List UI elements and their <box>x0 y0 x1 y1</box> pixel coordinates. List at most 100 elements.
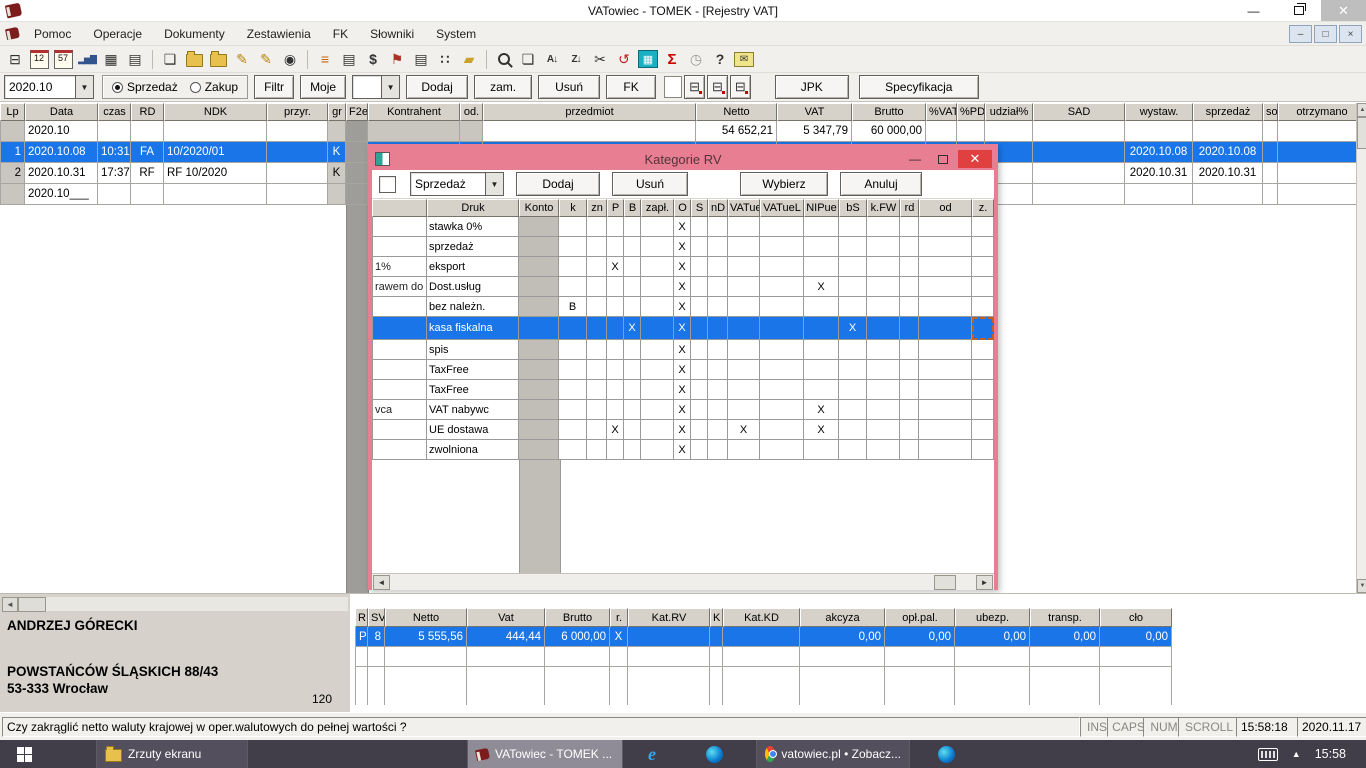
grid-cell[interactable] <box>691 400 708 420</box>
grid-cell[interactable] <box>519 420 559 440</box>
grid-cell[interactable] <box>624 360 641 380</box>
zam-button[interactable]: zam. <box>474 75 532 99</box>
grid-cell[interactable] <box>708 297 728 317</box>
grid-cell[interactable] <box>267 142 328 163</box>
scanner-icon[interactable]: ▰ <box>458 49 480 70</box>
grid-cell[interactable] <box>460 121 483 142</box>
brushes-icon[interactable]: ✎ <box>231 49 253 70</box>
th-el[interactable]: k <box>559 199 587 217</box>
th-el[interactable]: r. <box>610 608 628 627</box>
grid-cell[interactable] <box>624 340 641 360</box>
taskbar-clock[interactable]: 15:58 <box>1315 747 1346 761</box>
grid-cell[interactable] <box>607 317 624 340</box>
edge-icon[interactable] <box>698 740 730 768</box>
th-el[interactable]: opł.pal. <box>885 608 955 627</box>
grid-cell[interactable] <box>372 237 427 257</box>
grid-cell[interactable]: X <box>804 277 839 297</box>
grid-cell[interactable]: 2020.10.08 <box>1193 142 1263 163</box>
grid-cell[interactable] <box>919 400 972 420</box>
grid-cell[interactable]: 0,00 <box>1100 627 1172 647</box>
grid-cell[interactable] <box>607 380 624 400</box>
grid-cell[interactable] <box>519 277 559 297</box>
grid-cell[interactable] <box>728 297 760 317</box>
th-el[interactable]: Kat.RV <box>628 608 710 627</box>
scroll-thumb[interactable] <box>934 575 956 590</box>
grid-cell[interactable]: FA <box>131 142 164 163</box>
grid-cell[interactable] <box>804 380 839 400</box>
grid-cell[interactable] <box>346 121 368 142</box>
grid-cell[interactable] <box>804 217 839 237</box>
period-combobox[interactable]: 2020.10 ▼ <box>4 75 94 99</box>
printer-icon[interactable]: ⊟ <box>4 49 26 70</box>
dodaj-button[interactable]: Dodaj <box>406 75 468 99</box>
grid-cell[interactable] <box>919 440 972 460</box>
grid-cell[interactable] <box>691 317 708 340</box>
grid-cell[interactable] <box>728 257 760 277</box>
th-el[interactable]: so <box>1263 103 1278 121</box>
grid-cell[interactable] <box>1100 647 1172 667</box>
grid-cell[interactable] <box>624 217 641 237</box>
th-el[interactable] <box>372 199 427 217</box>
menu-slowniki[interactable]: Słowniki <box>359 22 425 45</box>
grid-cell[interactable] <box>624 400 641 420</box>
radio-zakup[interactable]: Zakup <box>190 80 238 94</box>
grid-cell[interactable] <box>867 277 900 297</box>
grid-cell[interactable] <box>691 257 708 277</box>
grid-cell[interactable] <box>607 440 624 460</box>
grid-cell[interactable] <box>587 297 607 317</box>
grid-cell[interactable]: stawka 0% <box>427 217 519 237</box>
grid-cell[interactable] <box>519 237 559 257</box>
grid-cell[interactable]: X <box>674 237 691 257</box>
dialog-wybierz-button[interactable]: Wybierz <box>740 172 828 196</box>
grid-cell[interactable] <box>972 400 994 420</box>
th-el[interactable]: Brutto <box>545 608 610 627</box>
grid-cell[interactable] <box>804 237 839 257</box>
grid-cell[interactable] <box>372 340 427 360</box>
grid-cell[interactable] <box>641 440 674 460</box>
grid-cell[interactable] <box>559 217 587 237</box>
grid-cell[interactable] <box>955 647 1030 667</box>
grid-cell[interactable] <box>708 420 728 440</box>
grid-cell[interactable]: X <box>674 380 691 400</box>
th-el[interactable]: sprzedaż <box>1193 103 1263 121</box>
grid-cell[interactable]: 2020.10.31 <box>1125 163 1193 184</box>
grid-cell[interactable] <box>607 217 624 237</box>
th-el[interactable]: Druk <box>427 199 519 217</box>
undo-icon[interactable]: ↺ <box>613 49 635 70</box>
edge-icon-2[interactable] <box>930 740 962 768</box>
grid-cell[interactable]: zwolniona <box>427 440 519 460</box>
th-el[interactable]: gr <box>328 103 346 121</box>
table-row[interactable] <box>355 667 1172 705</box>
grid-cell[interactable] <box>708 360 728 380</box>
grid-cell[interactable]: 0,00 <box>1030 627 1100 647</box>
grid-cell[interactable] <box>1033 142 1125 163</box>
grid-cell[interactable] <box>559 340 587 360</box>
th-el[interactable]: Kat.KD <box>723 608 800 627</box>
th-el[interactable]: SAD <box>1033 103 1125 121</box>
grid-cell[interactable] <box>760 420 804 440</box>
grid-cell[interactable] <box>728 237 760 257</box>
grid-cell[interactable] <box>164 121 267 142</box>
grid-cell[interactable] <box>483 121 696 142</box>
grid-cell[interactable] <box>708 217 728 237</box>
grid-cell[interactable] <box>728 340 760 360</box>
th-el[interactable]: z. <box>972 199 994 217</box>
grid-cell[interactable] <box>624 440 641 460</box>
dialog-minimize-button[interactable]: — <box>902 150 928 168</box>
grid-cell[interactable]: 2020.10___ <box>25 184 98 205</box>
grid-cell[interactable]: 5 555,56 <box>385 627 467 647</box>
table-row[interactable]: vcaVAT nabywcXX <box>372 400 994 420</box>
grid-cell[interactable] <box>267 184 328 205</box>
grid-cell[interactable]: 54 652,21 <box>696 121 777 142</box>
grid-cell[interactable] <box>867 237 900 257</box>
grid-cell[interactable] <box>804 317 839 340</box>
grid-cell[interactable] <box>519 257 559 277</box>
sort-asc-icon[interactable]: A↓ <box>541 49 563 70</box>
grid-cell[interactable]: UE dostawa <box>427 420 519 440</box>
grid-cell[interactable] <box>1033 163 1125 184</box>
grid-cell[interactable] <box>839 257 867 277</box>
grid-cell[interactable] <box>519 380 559 400</box>
scroll-thumb[interactable] <box>18 597 46 612</box>
grid-cell[interactable] <box>267 163 328 184</box>
grid-cell[interactable] <box>1278 163 1366 184</box>
